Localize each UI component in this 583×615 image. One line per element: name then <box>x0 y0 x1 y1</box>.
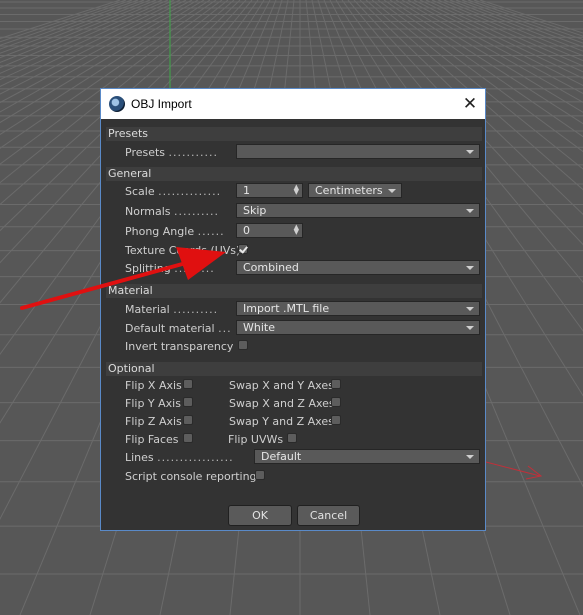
spinner-arrows-icon[interactable]: ▲ ▼ <box>294 184 299 196</box>
chevron-down-icon <box>466 307 474 311</box>
flip-z-label: Flip Z Axis <box>125 415 182 428</box>
flip-y-checkbox[interactable] <box>183 397 193 407</box>
flip-x-label: Flip X Axis <box>125 379 182 392</box>
chevron-down-icon <box>466 455 474 459</box>
lines-label: Lines ................. <box>125 451 234 464</box>
swap-yz-label: Swap Y and Z Axes <box>229 415 334 428</box>
flip-z-checkbox[interactable] <box>183 415 193 425</box>
invert-transparency-label: Invert transparency <box>125 340 234 353</box>
splitting-label: Splitting ......... <box>125 262 215 275</box>
ok-button[interactable]: OK <box>228 505 292 526</box>
scale-label: Scale .............. <box>125 185 222 198</box>
chevron-down-icon <box>466 150 474 154</box>
chevron-down-icon <box>388 189 396 193</box>
swap-xy-checkbox[interactable] <box>331 379 341 389</box>
section-material: Material <box>106 284 482 298</box>
script-console-label: Script console reporting <box>125 470 257 483</box>
swap-yz-checkbox[interactable] <box>331 415 341 425</box>
flip-faces-checkbox[interactable] <box>183 433 193 443</box>
swap-xz-checkbox[interactable] <box>331 397 341 407</box>
flip-faces-label: Flip Faces <box>125 433 179 446</box>
lines-dropdown[interactable]: Default <box>254 449 480 464</box>
obj-import-dialog: OBJ Import ✕ Presets Presets ...........… <box>100 88 486 531</box>
phong-angle-input[interactable]: 0 ▲ ▼ <box>236 223 303 238</box>
flip-x-checkbox[interactable] <box>183 379 193 389</box>
flip-uvws-checkbox[interactable] <box>287 433 297 443</box>
section-optional: Optional <box>106 362 482 376</box>
default-material-label: Default material ... <box>125 322 232 335</box>
dialog-titlebar: OBJ Import ✕ <box>101 89 485 119</box>
section-presets: Presets <box>106 127 482 141</box>
flip-uvws-label: Flip UVWs <box>228 433 284 446</box>
close-icon[interactable]: ✕ <box>455 89 485 119</box>
normals-label: Normals .......... <box>125 205 219 218</box>
presets-label: Presets ........... <box>125 146 218 159</box>
default-material-dropdown[interactable]: White <box>236 320 480 335</box>
script-console-checkbox[interactable] <box>255 470 265 480</box>
spinner-arrows-icon[interactable]: ▲ ▼ <box>294 224 299 236</box>
cancel-button[interactable]: Cancel <box>297 505 360 526</box>
splitting-dropdown[interactable]: Combined <box>236 260 480 275</box>
flip-y-label: Flip Y Axis <box>125 397 181 410</box>
normals-dropdown[interactable]: Skip <box>236 203 480 218</box>
presets-dropdown[interactable] <box>236 144 480 159</box>
section-general: General <box>106 167 482 181</box>
dialog-title: OBJ Import <box>131 97 192 111</box>
phong-angle-label: Phong Angle ...... <box>125 225 225 238</box>
chevron-down-icon <box>466 266 474 270</box>
texture-coords-checkbox[interactable] <box>238 244 248 254</box>
material-label: Material .......... <box>125 303 219 316</box>
invert-transparency-checkbox[interactable] <box>238 340 248 350</box>
texture-coords-label: Texture Coords (UVs) <box>125 244 241 257</box>
swap-xy-label: Swap X and Y Axes <box>229 379 334 392</box>
material-dropdown[interactable]: Import .MTL file <box>236 301 480 316</box>
scale-input[interactable]: 1 ▲ ▼ <box>236 183 303 198</box>
chevron-down-icon <box>466 209 474 213</box>
scale-unit-dropdown[interactable]: Centimeters <box>308 183 402 198</box>
swap-xz-label: Swap X and Z Axes <box>229 397 335 410</box>
cinema4d-logo-icon <box>109 96 125 112</box>
chevron-down-icon <box>466 326 474 330</box>
